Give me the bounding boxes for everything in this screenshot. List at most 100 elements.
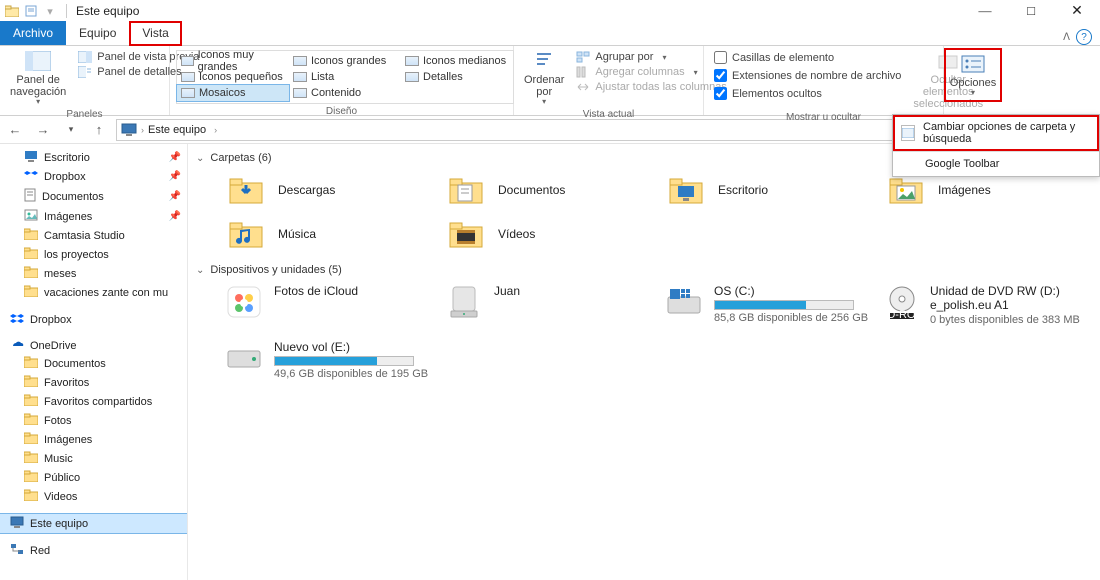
options-button[interactable]: Opciones ▾ (944, 48, 1002, 102)
pin-icon: 📌 (169, 152, 181, 163)
options-dropdown: Cambiar opciones de carpeta y búsqueda G… (892, 114, 1100, 177)
item-icon (24, 228, 38, 243)
sidebar-onedrive-child-1[interactable]: Favoritos (0, 373, 187, 392)
device-nuevo[interactable]: Nuevo vol (E:)49,6 GB disponibles de 195… (224, 340, 444, 380)
sort-by-button[interactable]: Ordenar por ▾ (518, 48, 570, 109)
ribbon-tabs: Archivo Equipo Vista ᐱ ? (0, 22, 1100, 46)
folder-imagenes[interactable]: Imágenes (884, 172, 1100, 208)
sidebar-onedrive-child-3[interactable]: Fotos (0, 411, 187, 430)
view-iconos-muy-grandes[interactable]: Iconos muy grandes (177, 53, 289, 69)
pin-icon: 📌 (169, 211, 181, 222)
folder-videos[interactable]: Vídeos (444, 216, 664, 252)
title-bar: ▾ Este equipo — □ ✕ (0, 0, 1100, 22)
tab-vista[interactable]: Vista (129, 21, 181, 46)
dvd-icon: CD-ROM (884, 284, 920, 320)
checkbox-casillas[interactable]: Casillas de elemento (710, 50, 905, 65)
imagenes-icon (884, 172, 928, 208)
qat-dropdown-icon[interactable]: ▾ (42, 3, 58, 19)
folder-icon (24, 489, 38, 504)
videos-icon (444, 216, 488, 252)
item-icon (24, 169, 38, 184)
folder-icon (24, 356, 38, 371)
folder-escritorio[interactable]: Escritorio (664, 172, 884, 208)
folder-icon (24, 375, 38, 390)
nav-sidebar: Escritorio📌Dropbox📌Documentos📌Imágenes📌C… (0, 144, 188, 580)
device-juan[interactable]: Juan (444, 284, 664, 326)
view-iconos-medianos[interactable]: Iconos medianos (401, 53, 513, 69)
sidebar-onedrive-child-4[interactable]: Imágenes (0, 430, 187, 449)
musica-icon (224, 216, 268, 252)
sidebar-item-documentos-q[interactable]: Documentos📌 (0, 186, 187, 207)
pin-icon: 📌 (169, 191, 181, 202)
close-button[interactable]: ✕ (1054, 0, 1100, 22)
view-iconos-pequenos[interactable]: Iconos pequeños (177, 69, 289, 85)
sidebar-onedrive-child-5[interactable]: Music (0, 449, 187, 468)
maximize-button[interactable]: □ (1008, 0, 1054, 22)
icloud-icon (224, 284, 264, 320)
breadcrumb-root[interactable]: Este equipo› (148, 124, 217, 136)
view-detalles[interactable]: Detalles (401, 69, 513, 85)
checkbox-ocultos[interactable]: Elementos ocultos (710, 86, 905, 101)
folder-icon (24, 432, 38, 447)
nav-panel-button[interactable]: Panel de navegación ▾ (4, 48, 72, 109)
device-dvd[interactable]: CD-ROM Unidad de DVD RW (D:) e_polish.eu… (884, 284, 1100, 326)
view-lista[interactable]: Lista (289, 69, 401, 85)
sidebar-item-vacaciones[interactable]: vacaciones zante con mu (0, 283, 187, 302)
tab-archivo[interactable]: Archivo (0, 21, 66, 45)
content-pane: ⌄ Carpetas (6) DescargasDocumentosEscrit… (188, 144, 1100, 580)
sidebar-item-escritorio[interactable]: Escritorio📌 (0, 148, 187, 167)
item-icon (24, 285, 38, 300)
options-change-folder-search[interactable]: Cambiar opciones de carpeta y búsqueda (893, 115, 1099, 151)
folder-icon (24, 451, 38, 466)
sidebar-onedrive-child-0[interactable]: Documentos (0, 354, 187, 373)
descargas-icon (224, 172, 268, 208)
view-mosaicos[interactable]: Mosaicos (177, 85, 289, 101)
sidebar-item-imagenes-q[interactable]: Imágenes📌 (0, 207, 187, 226)
juan-icon (444, 284, 484, 320)
chevron-down-icon: ⌄ (196, 153, 204, 164)
sidebar-item-dropbox-q[interactable]: Dropbox📌 (0, 167, 187, 186)
ribbon-collapse-icon[interactable]: ᐱ (1063, 32, 1070, 43)
sidebar-dropbox[interactable]: Dropbox (0, 310, 187, 329)
folder-icon (24, 470, 38, 485)
chevron-down-icon: ⌄ (196, 265, 204, 276)
checkbox-extensiones[interactable]: Extensiones de nombre de archivo (710, 68, 905, 83)
sidebar-onedrive-child-2[interactable]: Favoritos compartidos (0, 392, 187, 411)
device-osc[interactable]: OS (C:)85,8 GB disponibles de 256 GB (664, 284, 884, 326)
osc-icon (664, 284, 704, 320)
sidebar-item-losproyectos[interactable]: los proyectos (0, 245, 187, 264)
sidebar-item-camtasia[interactable]: Camtasia Studio (0, 226, 187, 245)
folder-icon (24, 413, 38, 428)
section-header-dispositivos[interactable]: ⌄ Dispositivos y unidades (5) (196, 262, 1100, 278)
sidebar-item-meses[interactable]: meses (0, 264, 187, 283)
group-label-paneles: Paneles (4, 109, 165, 122)
folder-options-icon (901, 125, 915, 141)
folder-icon (24, 394, 38, 409)
network-icon (10, 543, 24, 558)
pc-icon (10, 516, 24, 531)
view-contenido[interactable]: Contenido (289, 85, 401, 101)
sidebar-onedrive-child-6[interactable]: Público (0, 468, 187, 487)
sidebar-este-equipo[interactable]: Este equipo (0, 514, 187, 533)
view-iconos-grandes[interactable]: Iconos grandes (289, 53, 401, 69)
item-icon (24, 188, 36, 205)
options-google-toolbar[interactable]: Google Toolbar (893, 152, 1099, 176)
folder-documentos[interactable]: Documentos (444, 172, 664, 208)
qat-properties-icon[interactable] (23, 3, 39, 19)
view-gallery[interactable]: Iconos muy grandes Iconos grandes Iconos… (176, 50, 514, 104)
folder-musica[interactable]: Música (224, 216, 444, 252)
usage-bar (714, 300, 854, 310)
sidebar-onedrive-child-7[interactable]: Videos (0, 487, 187, 506)
item-icon (24, 209, 38, 224)
sidebar-red[interactable]: Red (0, 541, 187, 560)
pc-icon (121, 122, 137, 138)
device-icloud[interactable]: Fotos de iCloud (224, 284, 444, 326)
tab-equipo[interactable]: Equipo (66, 21, 129, 45)
dropbox-icon (10, 312, 24, 327)
minimize-button[interactable]: — (962, 0, 1008, 22)
help-icon[interactable]: ? (1076, 29, 1092, 45)
documentos-icon (444, 172, 488, 208)
item-icon (24, 247, 38, 262)
sidebar-onedrive[interactable]: OneDrive (0, 337, 187, 354)
folder-descargas[interactable]: Descargas (224, 172, 444, 208)
